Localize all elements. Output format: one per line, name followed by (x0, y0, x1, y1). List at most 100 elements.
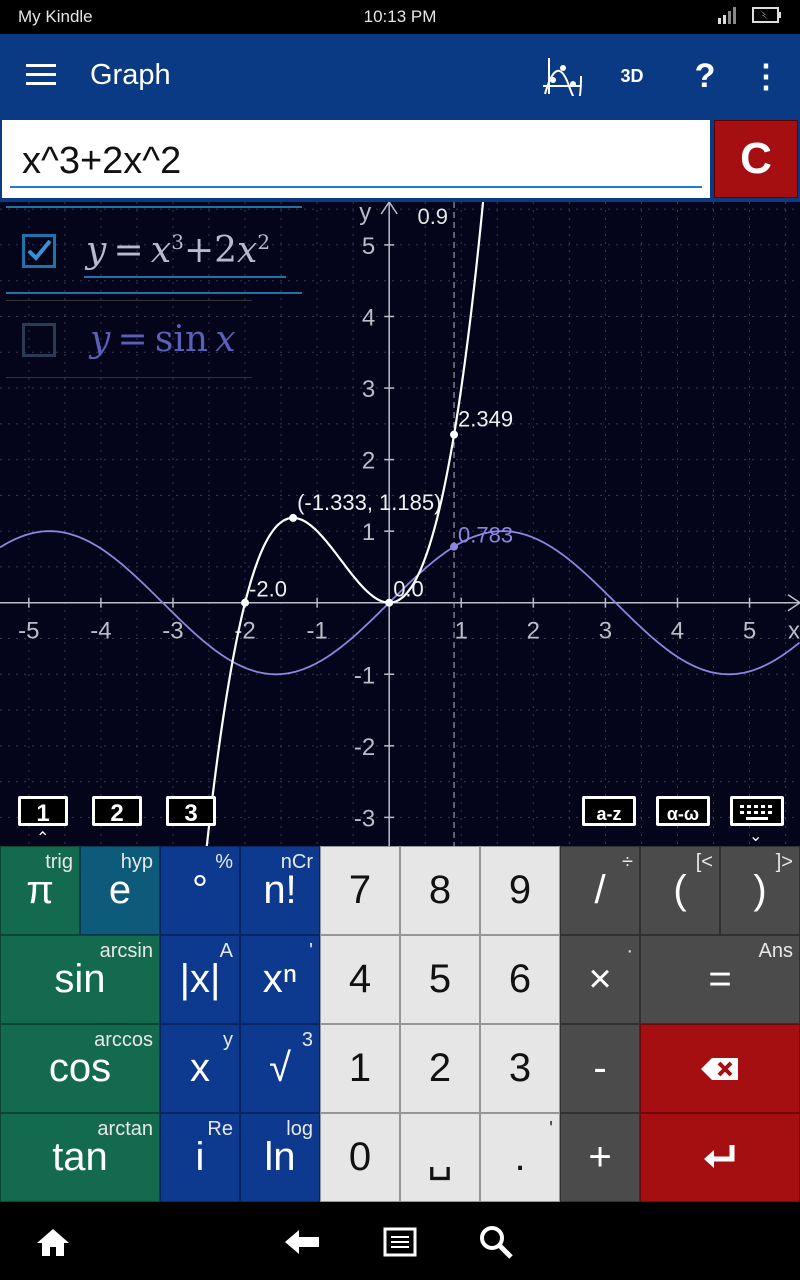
key-6[interactable]: 6 (480, 935, 560, 1024)
ln-key[interactable]: log ln (240, 1113, 320, 1202)
key-2[interactable]: 2 (400, 1024, 480, 1113)
point-label: 0.0 (393, 577, 424, 602)
backspace-icon (701, 1057, 738, 1080)
y-tick-label: 5 (362, 233, 375, 260)
keypad-tab-3[interactable]: 3 (166, 796, 216, 827)
keyboard-icon[interactable] (730, 796, 784, 826)
back-icon[interactable] (283, 1222, 323, 1262)
graph-plot[interactable]: -5 -4 -3 -2 -1 1 2 3 4 5-3-2-112345xy 0.9-2.0(-1.3… (0, 202, 800, 846)
y-axis-label: y (359, 202, 371, 226)
function-1-checkbox[interactable] (22, 234, 56, 268)
factorial-key[interactable]: nCr n! (240, 846, 320, 935)
enter-icon (704, 1144, 735, 1168)
keypad-tabs: 1 ⌃ 2 3 a-z α-ω ⌄ (0, 796, 800, 847)
e-key[interactable]: hyp e (80, 846, 160, 935)
expression-value: x^3+2x^2 (22, 140, 182, 182)
point-marker (289, 513, 298, 522)
sqrt-key[interactable]: 3 √ (240, 1024, 320, 1113)
y-tick-label: -2 (354, 734, 375, 761)
list-menu-icon[interactable] (380, 1222, 420, 1262)
cos-key[interactable]: arccos cos (0, 1024, 160, 1113)
clear-button[interactable]: C (714, 120, 798, 198)
menu-icon[interactable] (26, 64, 56, 88)
graph-area[interactable]: -5 -4 -3 -2 -1 1 2 3 4 5 -3 -2 -1 1 2 3 4 5 x y 0.9 -2.0 (-1.3… (0, 202, 800, 846)
help-button[interactable]: ? (688, 52, 722, 100)
space-key[interactable]: ␣ (400, 1113, 480, 1202)
x-tick-label: 2 (527, 618, 540, 645)
status-bar: My Kindle 10:13 PM (0, 0, 800, 34)
x-tick-label: -3 (162, 618, 183, 645)
pi-key[interactable]: trig π (0, 846, 80, 935)
x-tick-label: 3 (599, 618, 612, 645)
plus-key[interactable]: + (560, 1113, 640, 1202)
point-marker (241, 598, 250, 607)
tan-key[interactable]: arctan tan (0, 1113, 160, 1202)
key-5[interactable]: 5 (400, 935, 480, 1024)
signal-icon (718, 7, 736, 24)
function-2-checkbox[interactable] (22, 323, 56, 357)
checkmark-icon (27, 239, 52, 261)
x-variable-key[interactable]: yx (160, 1024, 240, 1113)
function-item-2[interactable]: y = sin x (6, 300, 252, 378)
sin-key[interactable]: arcsin sin (0, 935, 160, 1024)
y-tick-label: 4 (362, 304, 375, 331)
degree-key[interactable]: % ° (160, 846, 240, 935)
key-8[interactable]: 8 (400, 846, 480, 935)
y-tick-label: -1 (354, 662, 375, 689)
key-1[interactable]: 1 (320, 1024, 400, 1113)
multiply-key[interactable]: · × (560, 935, 640, 1024)
x-tick-label: 1 (455, 618, 468, 645)
function-2-equation: y = sin x (90, 319, 236, 360)
minus-key[interactable]: - (560, 1024, 640, 1113)
left-paren-key[interactable]: [<( (640, 846, 720, 935)
x-tick-label: -4 (90, 618, 111, 645)
letters-tab[interactable]: a-z (582, 796, 636, 826)
x-tick-label: -1 (306, 618, 327, 645)
search-icon[interactable] (476, 1222, 516, 1262)
graph-tools-icon[interactable] (540, 52, 584, 100)
x-tick-label: 5 (743, 618, 756, 645)
series-curve-1 (205, 202, 485, 846)
point-label: -2.0 (249, 577, 287, 602)
x-tick-label: 4 (671, 618, 684, 645)
power-key[interactable]: ' xⁿ (240, 935, 320, 1024)
point-marker (450, 542, 459, 551)
clock: 10:13 PM (363, 7, 437, 26)
app-bar: Graph 3D ? ⋮ (0, 34, 800, 118)
point-label: 2.349 (458, 407, 513, 432)
abs-key[interactable]: A |x| (160, 935, 240, 1024)
x-tick-label: -5 (18, 618, 39, 645)
x-axis-label: x (788, 618, 800, 645)
right-paren-key[interactable]: ]>) (720, 846, 800, 935)
point-marker (385, 598, 394, 607)
expression-row: x^3+2x^2 C (0, 118, 800, 202)
battery-icon (752, 7, 781, 23)
function-item-1[interactable]: y = x3+2x2 (6, 206, 302, 294)
key-3[interactable]: 3 (480, 1024, 560, 1113)
caret-down-icon: ⌄ (749, 828, 763, 845)
key-4[interactable]: 4 (320, 935, 400, 1024)
decimal-key[interactable]: '. (480, 1113, 560, 1202)
keypad-tab-1[interactable]: 1 (18, 796, 68, 827)
backspace-key[interactable] (640, 1024, 800, 1113)
key-9[interactable]: 9 (480, 846, 560, 935)
system-nav-bar (0, 1202, 800, 1280)
key-7[interactable]: 7 (320, 846, 400, 935)
expression-input[interactable]: x^3+2x^2 (2, 120, 710, 198)
caret-up-icon: ⌃ (36, 830, 50, 847)
key-0[interactable]: 0 (320, 1113, 400, 1202)
keypad: trig π hyp e % ° nCr n! 7 8 9 ÷ / [<( ]>) arc… (0, 846, 800, 1202)
point-marker (450, 430, 459, 439)
imaginary-key[interactable]: Re i (160, 1113, 240, 1202)
keypad-tab-2[interactable]: 2 (92, 796, 142, 827)
y-tick-label: 3 (362, 376, 375, 403)
threed-button[interactable]: 3D (612, 52, 652, 100)
y-tick-label: 1 (362, 519, 375, 546)
function-1-equation: y = x3+2x2 (86, 230, 271, 271)
greek-tab[interactable]: α-ω (656, 796, 710, 826)
divide-key[interactable]: ÷ / (560, 846, 640, 935)
home-icon[interactable] (33, 1222, 73, 1262)
more-options-button[interactable]: ⋮ (750, 52, 782, 100)
enter-key[interactable] (640, 1113, 800, 1202)
equals-key[interactable]: Ans = (640, 935, 800, 1024)
